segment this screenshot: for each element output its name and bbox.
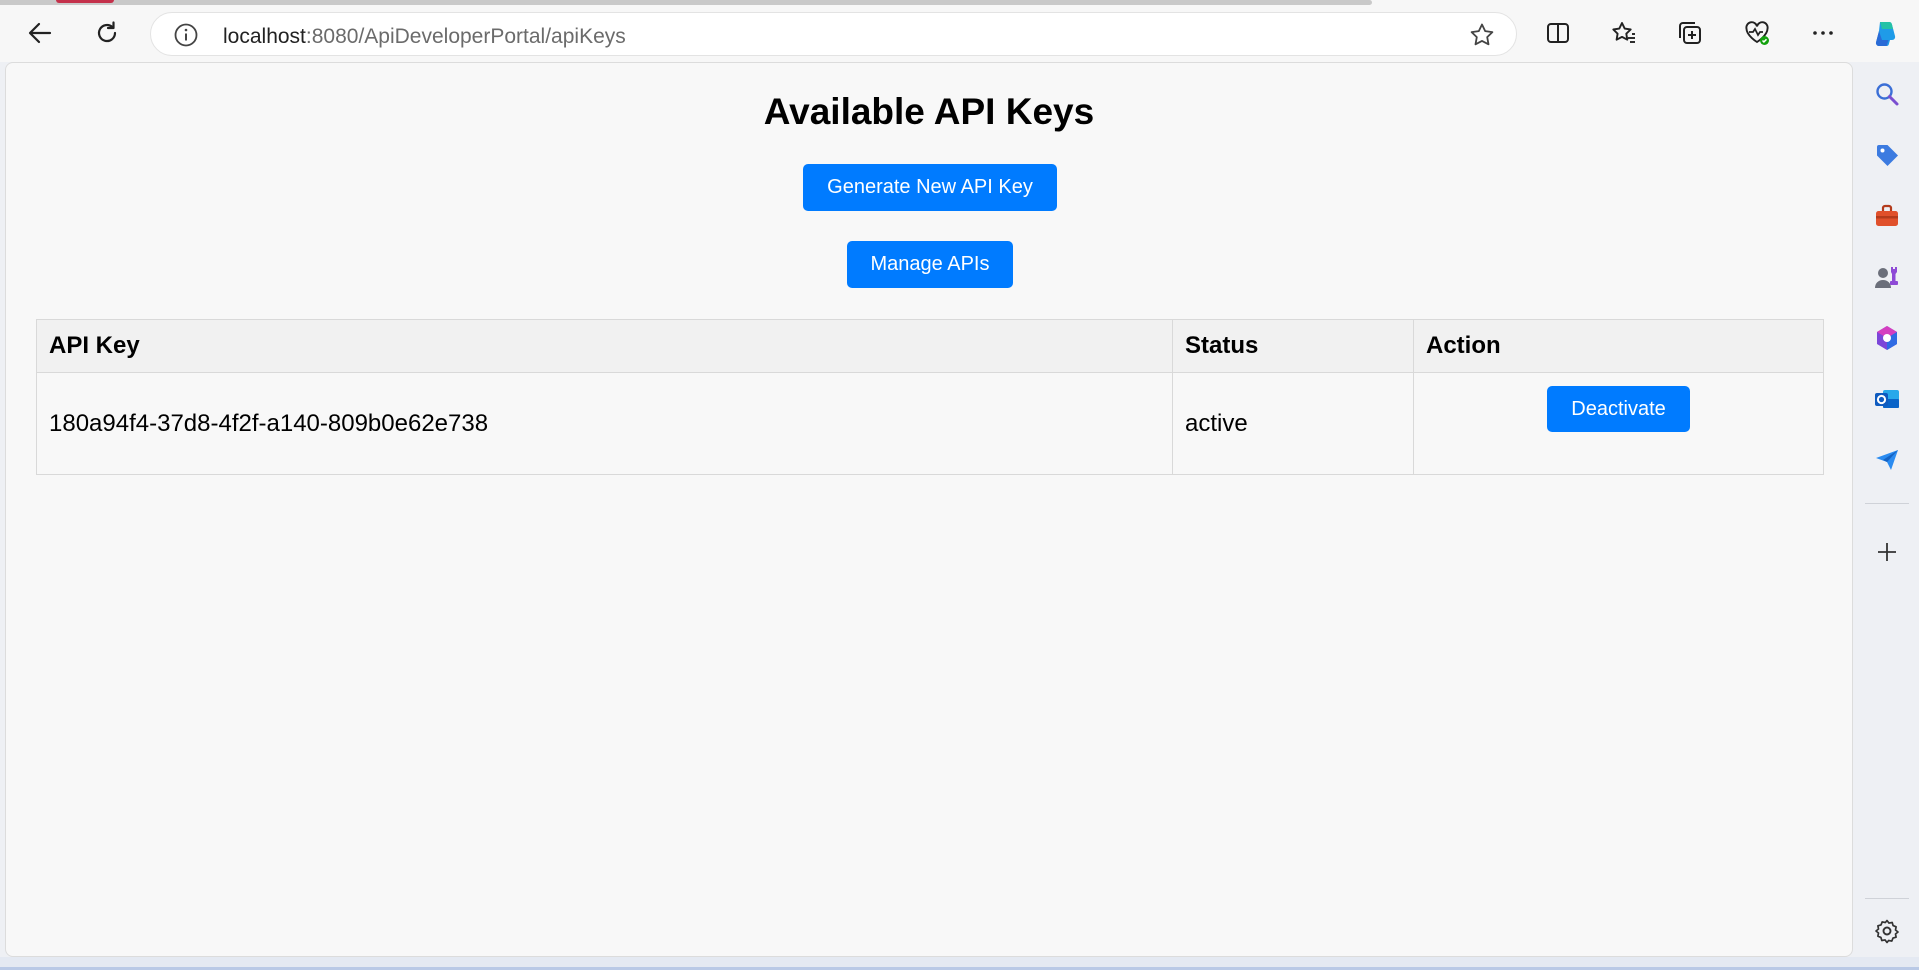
sidebar-add[interactable] [1867,532,1907,572]
taskbar-edge [0,957,1919,970]
refresh-button[interactable] [87,13,127,53]
edge-sidebar [1855,62,1919,957]
url-host: localhost [223,25,306,48]
office-icon [1877,326,1897,350]
favorites-button[interactable] [1604,13,1644,53]
copilot-icon [1875,21,1896,47]
action-cell: Deactivate [1413,372,1824,475]
sidebar-search[interactable] [1867,74,1907,114]
table-row: 180a94f4-37d8-4f2f-a140-809b0e62e738 act… [36,372,1824,475]
more-options-button[interactable] [1803,13,1843,53]
header-api-key: API Key [36,319,1173,373]
sidebar-games[interactable] [1867,257,1907,297]
split-screen-icon [1547,23,1569,43]
sidebar-tools[interactable] [1867,196,1907,236]
deactivate-button[interactable]: Deactivate [1547,386,1690,432]
status-cell: active [1172,372,1414,475]
sidebar-office[interactable] [1867,318,1907,358]
split-screen-button[interactable] [1538,13,1578,53]
back-button[interactable] [20,13,60,53]
shopping-tag-icon [1877,145,1898,166]
collections-button[interactable] [1670,13,1710,53]
table-header-row: API Key Status Action [36,319,1824,373]
sidebar-send[interactable] [1867,440,1907,480]
search-icon [1876,83,1899,106]
manage-apis-button[interactable]: Manage APIs [847,241,1013,288]
sidebar-divider [1865,898,1909,899]
add-icon [1878,543,1896,561]
sidebar-shopping[interactable] [1867,135,1907,175]
active-tab-indicator [56,0,114,3]
header-action: Action [1413,319,1824,373]
back-arrow-icon [28,22,52,44]
favorites-icon [1612,22,1635,43]
copilot-button[interactable] [1865,13,1905,53]
collections-icon [1679,22,1701,44]
api-keys-table: API Key Status Action 180a94f4-37d8-4f2f… [36,319,1824,475]
page-title: Available API Keys [763,91,1095,132]
refresh-icon [97,21,117,43]
browser-toolbar: localhost:8080/ApiDeveloperPortal/apiKey… [0,5,1919,62]
sidebar-outlook[interactable] [1867,379,1907,419]
url-text[interactable]: localhost:8080/ApiDeveloperPortal/apiKey… [223,25,626,49]
site-info-icon[interactable] [173,22,199,48]
more-options-icon [1813,31,1833,35]
api-key-cell: 180a94f4-37d8-4f2f-a140-809b0e62e738 [36,372,1173,475]
page-content: Available API Keys Generate New API Key … [5,62,1853,957]
generate-api-key-button[interactable]: Generate New API Key [803,164,1057,211]
sidebar-divider [1865,503,1909,504]
favorite-star-icon[interactable] [1468,21,1496,49]
header-status: Status [1172,319,1414,373]
url-path: :8080/ApiDeveloperPortal/apiKeys [305,25,626,48]
sidebar-settings[interactable] [1867,911,1907,951]
browser-essentials-button[interactable] [1737,13,1777,53]
toolbox-icon [1876,204,1898,226]
send-icon [1876,450,1898,470]
heart-pulse-icon [1745,21,1769,45]
games-icon [1875,267,1898,288]
outlook-icon [1875,390,1899,408]
settings-icon [1875,919,1899,944]
address-bar[interactable]: localhost:8080/ApiDeveloperPortal/apiKey… [150,12,1517,56]
